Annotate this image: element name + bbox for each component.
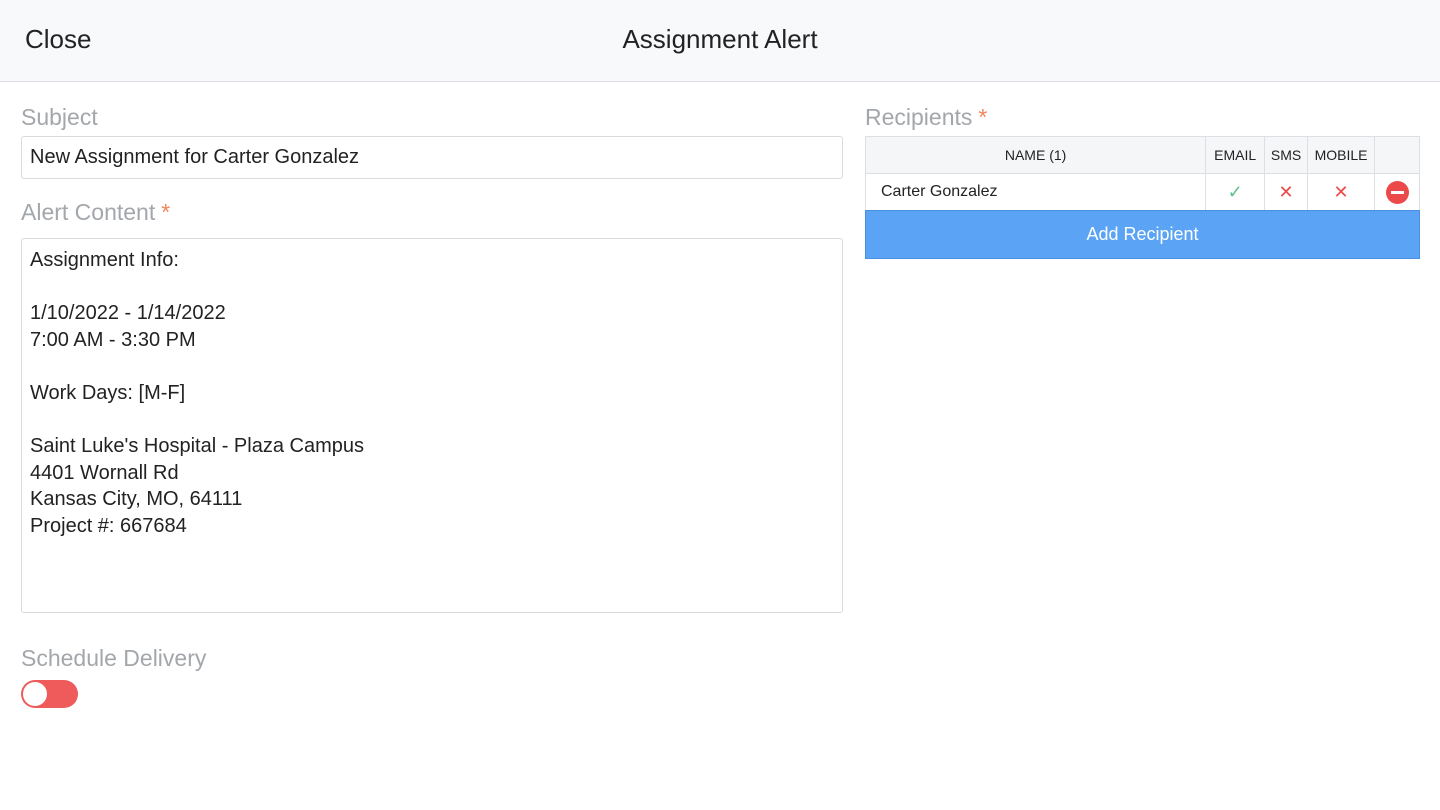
required-mark: * xyxy=(161,199,171,225)
remove-recipient-icon[interactable] xyxy=(1385,180,1409,204)
subject-label-text: Subject xyxy=(21,104,98,130)
check-icon: ✓ xyxy=(1227,181,1243,202)
column-header-mobile[interactable]: MOBILE xyxy=(1307,136,1376,174)
content-line: Saint Luke's Hospital - Plaza Campus xyxy=(30,435,364,458)
content-line: 7:00 AM - 3:30 PM xyxy=(30,328,196,351)
recipient-name: Carter Gonzalez xyxy=(864,173,1207,211)
content-line: Kansas City, MO, 64111 xyxy=(30,488,243,511)
table-header-row: NAME (1) EMAIL SMS MOBILE xyxy=(864,136,1420,174)
actions-cell xyxy=(1374,173,1420,211)
x-icon: ✕ xyxy=(1278,181,1294,202)
schedule-delivery-toggle[interactable] xyxy=(21,680,78,708)
mobile-cell[interactable]: ✕ xyxy=(1307,173,1376,211)
subject-input[interactable] xyxy=(21,136,843,179)
column-header-email[interactable]: EMAIL xyxy=(1205,136,1266,174)
alert-content-label: Alert Content * xyxy=(21,199,170,226)
email-cell[interactable]: ✓ xyxy=(1205,173,1266,211)
alert-content-label-text: Alert Content xyxy=(21,199,156,225)
recipients-label-text: Recipients xyxy=(865,104,973,130)
content-line xyxy=(30,274,834,301)
column-header-actions xyxy=(1374,136,1420,174)
page-title: Assignment Alert xyxy=(622,24,818,54)
content-line xyxy=(30,407,834,434)
content-line xyxy=(30,353,834,380)
table-row: Carter Gonzalez ✓ ✕ ✕ xyxy=(864,173,1420,211)
content-line: 1/10/2022 - 1/14/2022 xyxy=(30,302,226,325)
modal-header: Close Assignment Alert xyxy=(0,0,1440,82)
recipients-table: NAME (1) EMAIL SMS MOBILE Carter Gonzale… xyxy=(864,136,1420,211)
schedule-delivery-label: Schedule Delivery xyxy=(21,645,207,671)
sms-cell[interactable]: ✕ xyxy=(1264,173,1309,211)
content-line: 4401 Wornall Rd xyxy=(30,461,179,484)
add-recipient-button[interactable]: Add Recipient xyxy=(865,210,1420,259)
content-line: Work Days: [M-F] xyxy=(30,381,186,404)
x-icon: ✕ xyxy=(1333,181,1349,202)
column-header-sms[interactable]: SMS xyxy=(1264,136,1309,174)
toggle-knob xyxy=(23,682,47,706)
alert-content-textarea[interactable]: Assignment Info: 1/10/2022 - 1/14/2022 7… xyxy=(21,238,843,613)
column-header-name[interactable]: NAME (1) xyxy=(864,136,1207,174)
recipients-label: Recipients * xyxy=(865,104,987,131)
content-line: Assignment Info: xyxy=(30,249,179,271)
content-line: Project #: 667684 xyxy=(30,514,187,537)
subject-label: Subject xyxy=(21,104,98,131)
required-mark: * xyxy=(978,104,988,130)
